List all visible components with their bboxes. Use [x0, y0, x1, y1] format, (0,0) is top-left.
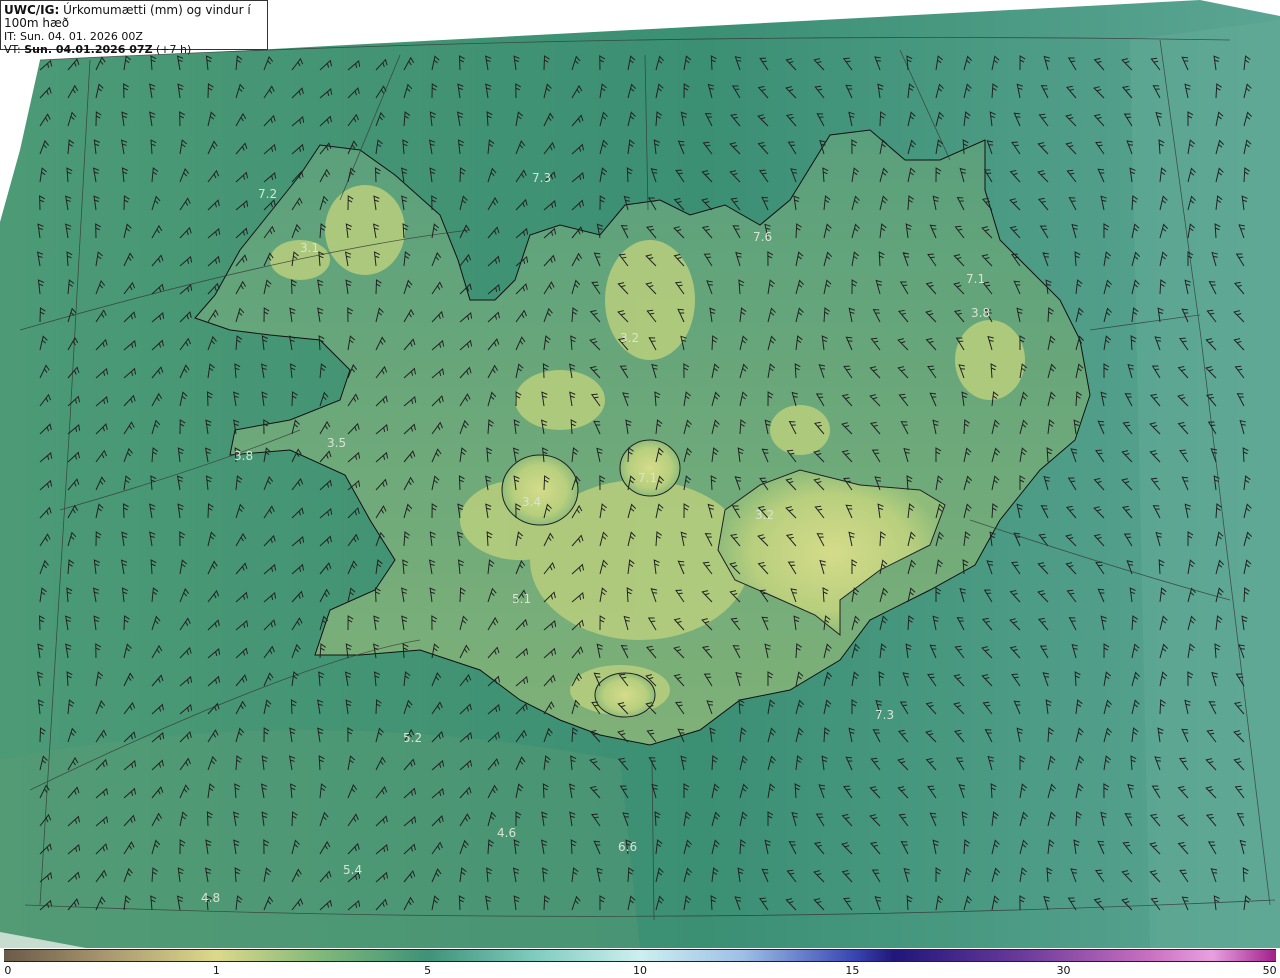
colorbar-tick-15: 15 — [845, 964, 860, 977]
model-name: UWC/IG: — [4, 3, 60, 17]
init-time: IT: Sun. 04. 01. 2026 00Z — [4, 30, 143, 43]
map-value: 3.4 — [522, 495, 541, 509]
valid-time-line: VT: Sun. 04.01.2026 07Z (+7 h) — [4, 43, 264, 56]
map-value: 3.8 — [971, 306, 990, 320]
map-value: 3.1 — [300, 241, 319, 255]
map-value: 7.3 — [532, 171, 551, 185]
map-value: 6.6 — [618, 840, 637, 854]
map-value: 7.2 — [258, 187, 277, 201]
glacier-langjokull — [501, 454, 579, 526]
title-line: UWC/IG: Úrkomumætti (mm) og vindur í 100… — [4, 4, 264, 30]
lead-time: (+7 h) — [156, 43, 192, 56]
colorbar-tick-10: 10 — [633, 964, 647, 977]
map-value: 4.6 — [497, 826, 516, 840]
colorbar: 0 1 5 10 15 30 50 — [0, 948, 1280, 978]
map-value: 7.1 — [966, 272, 985, 286]
map-value: 7.3 — [875, 708, 894, 722]
valid-time: Sun. 04.01.2026 07Z — [24, 43, 153, 56]
colorbar-tick-1: 1 — [212, 964, 220, 977]
legend-box: UWC/IG: Úrkomumætti (mm) og vindur í 100… — [0, 0, 268, 56]
colorbar-tick-30: 30 — [1056, 964, 1071, 977]
map-value: 3.5 — [327, 436, 346, 450]
map-value: 7.1 — [638, 471, 657, 485]
map-value: 7.6 — [753, 230, 772, 244]
map-value: 4.8 — [201, 891, 220, 905]
map-value: 5.2 — [403, 731, 422, 745]
map-value: 3.2 — [620, 331, 639, 345]
vt-prefix: VT: — [4, 43, 21, 56]
map-value: 3.2 — [755, 508, 774, 522]
map-value: 3.8 — [234, 449, 253, 463]
precipitable-water-map: 7.2 3.1 7.3 7.6 3.2 7.1 3.8 3.5 3.8 3.4 … — [0, 0, 1280, 948]
colorbar-strip — [4, 949, 1276, 962]
sea-shade-east — [1130, 20, 1280, 948]
map-value: 5.4 — [343, 863, 362, 877]
colorbar-tick-50: 50 — [1262, 964, 1277, 977]
colorbar-tick-0: 0 — [4, 964, 12, 977]
map-value: 5.1 — [512, 592, 531, 606]
colorbar-tick-5: 5 — [424, 964, 432, 977]
